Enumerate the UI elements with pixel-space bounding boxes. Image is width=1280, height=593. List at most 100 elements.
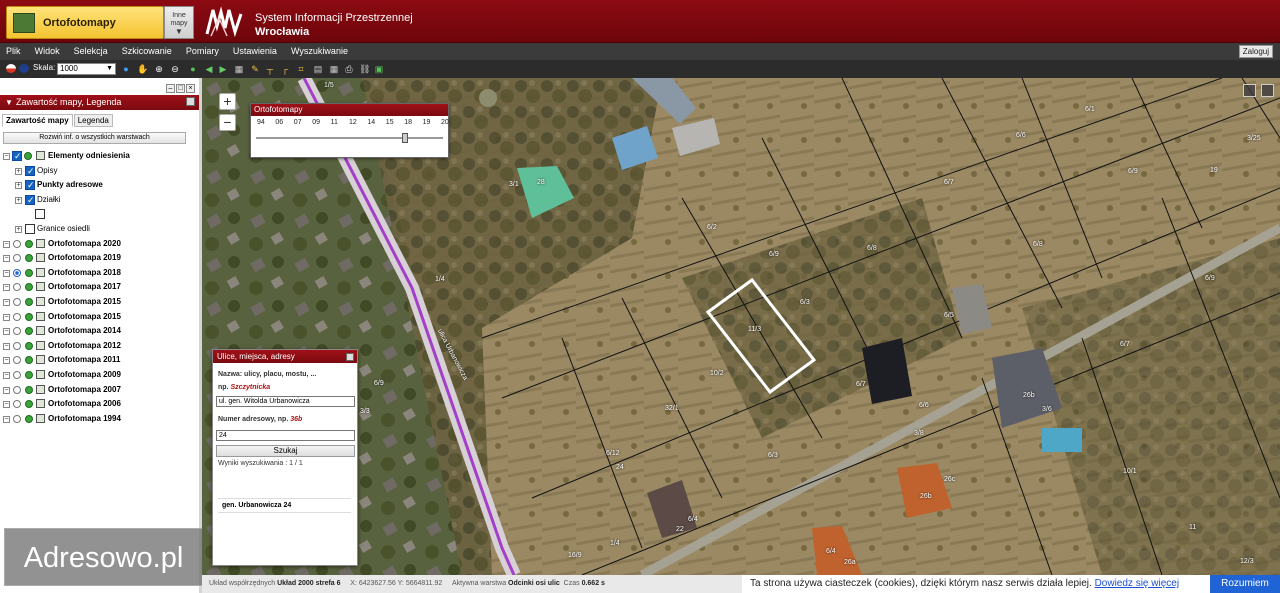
measure-line-icon[interactable]: ┬: [265, 64, 275, 74]
expand-toggle-icon[interactable]: −: [3, 415, 10, 423]
expand-toggle-icon[interactable]: −: [3, 240, 10, 248]
expand-toggle-icon[interactable]: +: [15, 167, 22, 175]
layer-row[interactable]: + Punkty adresowe: [3, 178, 199, 193]
expand-toggle-icon[interactable]: −: [3, 401, 10, 409]
print-icon[interactable]: ⎙: [344, 64, 354, 74]
ortho-year-label[interactable]: 14: [367, 119, 375, 126]
menu-pomiary[interactable]: Pomiary: [180, 43, 224, 56]
ortho-year-label[interactable]: 18: [404, 119, 412, 126]
layer-row[interactable]: − Ortofotomapa 1994: [3, 412, 199, 427]
search-panel-minimize-icon[interactable]: [346, 353, 354, 361]
layer-radio[interactable]: [13, 327, 21, 336]
expand-toggle-icon[interactable]: −: [3, 357, 10, 365]
layer-checkbox[interactable]: [25, 193, 35, 207]
layer-row[interactable]: − Ortofotomapa 2015: [3, 295, 199, 310]
layer-row[interactable]: [3, 207, 199, 222]
layer-radio[interactable]: [13, 370, 21, 379]
back-arrow-icon[interactable]: ◀: [204, 64, 214, 74]
layer-row[interactable]: − Ortofotomapa 2017: [3, 280, 199, 295]
layer-radio[interactable]: [13, 356, 21, 365]
grid-icon[interactable]: ▦: [234, 64, 244, 74]
ortho-year-slider-track[interactable]: [256, 137, 443, 139]
ortho-year-label[interactable]: 12: [349, 119, 357, 126]
search-result-item[interactable]: gen. Urbanowicza 24: [218, 498, 351, 513]
zoom-out-button[interactable]: −: [219, 114, 236, 131]
ortho-year-label[interactable]: 11: [331, 119, 338, 126]
layer-row[interactable]: − Ortofotomapa 2007: [3, 383, 199, 398]
login-button[interactable]: Zaloguj: [1238, 45, 1273, 58]
other-maps-button[interactable]: Inne mapy ▼: [164, 6, 194, 39]
measure-angle-icon[interactable]: ┌: [280, 64, 290, 74]
layer-row[interactable]: − Ortofotomapa 2012: [3, 339, 199, 354]
search-button[interactable]: Szukaj: [216, 445, 355, 457]
ortho-year-slider-thumb[interactable]: [402, 133, 408, 143]
layer-row[interactable]: + Granice osiedli: [3, 222, 199, 237]
layer-radio[interactable]: [13, 254, 21, 263]
expand-toggle-icon[interactable]: −: [3, 342, 10, 350]
expand-toggle-icon[interactable]: +: [15, 182, 22, 190]
ortho-year-label[interactable]: 07: [294, 119, 302, 126]
minimize-icon[interactable]: –: [166, 84, 175, 93]
close-icon[interactable]: ×: [186, 84, 195, 93]
layer-row[interactable]: − Ortofotomapa 2015: [3, 310, 199, 325]
expand-toggle-icon[interactable]: −: [3, 328, 10, 336]
expand-toggle-icon[interactable]: +: [15, 225, 22, 233]
street-input[interactable]: ul. gen. Witolda Urbanowicza: [216, 396, 355, 407]
layer-row[interactable]: − Ortofotomapa 2018: [3, 266, 199, 281]
layer-radio[interactable]: [13, 297, 21, 306]
crop-icon[interactable]: ⌗: [296, 64, 306, 74]
ortho-year-label[interactable]: 09: [312, 119, 320, 126]
number-input[interactable]: 24: [216, 430, 355, 441]
tab-legenda[interactable]: Legenda: [73, 114, 113, 127]
info-icon[interactable]: ●: [121, 64, 131, 74]
layer-row[interactable]: − Ortofotomapa 2020: [3, 237, 199, 252]
cookie-accept-button[interactable]: Rozumiem: [1210, 575, 1280, 593]
menu-selekcja[interactable]: Selekcja: [68, 43, 113, 56]
zoom-in-icon[interactable]: ⊕: [154, 64, 164, 74]
layer-row[interactable]: − Ortofotomapa 2014: [3, 324, 199, 339]
layer-row[interactable]: − Elementy odniesienia: [3, 149, 199, 164]
comment-icon[interactable]: [1243, 84, 1256, 97]
map-type-selector[interactable]: Ortofotomapy: [6, 6, 164, 39]
zoom-out-icon[interactable]: ⊖: [170, 64, 180, 74]
panel-close-icon[interactable]: [186, 97, 195, 106]
restore-icon[interactable]: □: [176, 84, 185, 93]
cookie-learn-more-link[interactable]: Dowiedz się więcej: [1095, 578, 1179, 589]
scale-select[interactable]: 1000 ▼: [57, 63, 116, 75]
polish-flag-icon[interactable]: [6, 64, 16, 73]
ortho-year-label[interactable]: 19: [423, 119, 431, 126]
expand-toggle-icon[interactable]: −: [3, 298, 10, 306]
menu-wyszukiwanie[interactable]: Wyszukiwanie: [285, 43, 353, 56]
collapse-triangle-icon[interactable]: ▼: [5, 98, 13, 107]
layers-icon[interactable]: ▤: [313, 64, 323, 74]
map-canvas[interactable]: + − Ortofotomapy 94 06 07 09 11 12 14 15 18 19 20 …: [202, 78, 1280, 575]
export-image-icon[interactable]: ▣: [374, 64, 384, 74]
expand-toggle-icon[interactable]: −: [3, 255, 10, 263]
hand-icon[interactable]: ✋: [137, 64, 148, 74]
expand-toggle-icon[interactable]: −: [3, 313, 10, 321]
ortho-year-label[interactable]: 06: [275, 119, 283, 126]
layer-radio[interactable]: [13, 268, 21, 277]
ortho-year-label[interactable]: 15: [386, 119, 394, 126]
expand-all-button[interactable]: Rozwiń inf. o wszystkich warstwach: [3, 132, 186, 144]
menu-plik[interactable]: Plik: [0, 43, 26, 56]
expand-toggle-icon[interactable]: −: [3, 153, 10, 160]
ortho-year-label[interactable]: 20: [441, 119, 449, 126]
expand-toggle-icon[interactable]: −: [3, 284, 10, 292]
expand-toggle-icon[interactable]: −: [3, 269, 10, 277]
globe-icon[interactable]: ●: [188, 64, 198, 74]
layer-radio[interactable]: [13, 400, 21, 409]
layer-row[interactable]: − Ortofotomapa 2009: [3, 368, 199, 383]
zoom-in-button[interactable]: +: [219, 93, 236, 110]
pencil-icon[interactable]: ✎: [250, 64, 260, 74]
forward-arrow-icon[interactable]: ▶: [218, 64, 228, 74]
layer-row[interactable]: + Działki: [3, 193, 199, 208]
layer-radio[interactable]: [13, 239, 21, 248]
table-icon[interactable]: ▦: [329, 64, 339, 74]
layer-radio[interactable]: [13, 312, 21, 321]
layer-radio[interactable]: [13, 414, 21, 423]
layer-row[interactable]: − Ortofotomapa 2011: [3, 353, 199, 368]
layer-radio[interactable]: [13, 341, 21, 350]
layer-radio[interactable]: [13, 385, 21, 394]
layer-radio[interactable]: [13, 283, 21, 292]
